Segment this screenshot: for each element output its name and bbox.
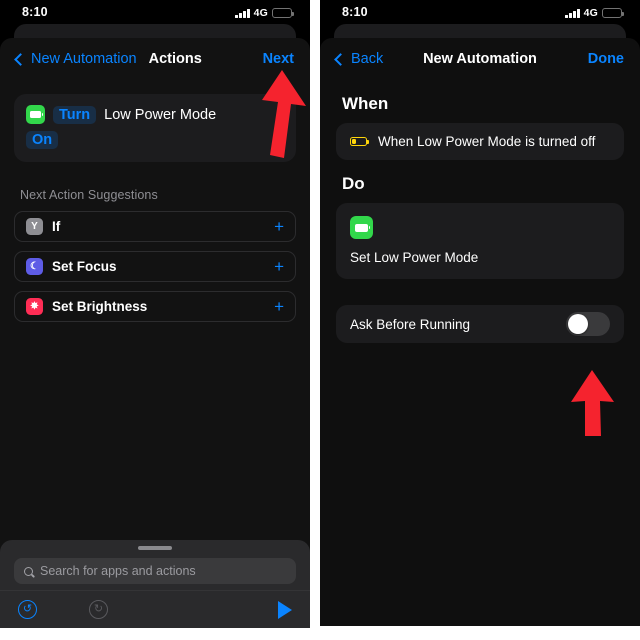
page-title-left: Actions	[148, 51, 202, 67]
undo-icon[interactable]: ↺	[18, 600, 37, 619]
do-heading: Do	[342, 174, 365, 193]
plus-icon[interactable]: +	[274, 258, 284, 275]
action-line-secondary: On	[26, 131, 284, 149]
ask-before-running-toggle[interactable]	[566, 312, 610, 336]
back-button-label: New Automation	[31, 51, 137, 67]
suggestion-label: Set Brightness	[52, 299, 148, 314]
action-card-low-power-mode[interactable]: Turn Low Power Mode On	[14, 94, 296, 162]
status-indicators: 4G	[235, 7, 294, 19]
when-heading: When	[342, 94, 389, 113]
low-power-mode-battery-icon	[26, 105, 45, 124]
brightness-sun-icon: ✸	[26, 298, 43, 315]
phone-screenshot-right: 8:10 4G Back New Automation Done When Wh…	[320, 0, 640, 626]
network-type-label: 4G	[583, 7, 598, 19]
search-icon	[24, 566, 33, 576]
action-line-primary: Turn Low Power Mode	[26, 105, 284, 124]
action-target-text: Low Power Mode	[104, 106, 217, 123]
if-branch-icon: Y	[26, 218, 43, 235]
do-action-label: Set Low Power Mode	[350, 250, 479, 265]
suggestion-row-if[interactable]: Y If +	[14, 211, 296, 242]
status-time: 8:10	[22, 5, 48, 19]
suggestion-row-set-focus[interactable]: ☾ Set Focus +	[14, 251, 296, 282]
phone-screenshot-left: 8:10 4G New Automation Actions Next Turn…	[0, 0, 310, 628]
battery-low-yellow-icon	[272, 8, 294, 18]
right-screen: 8:10 4G Back New Automation Done When Wh…	[320, 0, 640, 626]
action-verb-chip[interactable]: Turn	[53, 105, 97, 124]
status-bar-right: 8:10 4G	[320, 0, 640, 20]
back-button-right[interactable]: Back	[334, 51, 384, 67]
screenshot-stage: 8:10 4G New Automation Actions Next Turn…	[0, 0, 640, 640]
drag-grabber-icon[interactable]	[138, 546, 172, 550]
bottom-drawer: Search for apps and actions ↺ ↻	[0, 540, 310, 628]
play-run-icon[interactable]	[278, 600, 292, 619]
nav-bar-right: Back New Automation Done	[320, 38, 640, 80]
suggestion-row-set-brightness[interactable]: ✸ Set Brightness +	[14, 291, 296, 322]
actions-sheet: New Automation Actions Next Turn Low Pow…	[0, 38, 310, 628]
back-button-label: Back	[351, 51, 384, 67]
back-button-left[interactable]: New Automation Actions	[14, 51, 202, 67]
nav-bar-left: New Automation Actions Next	[0, 38, 310, 80]
ask-before-running-label: Ask Before Running	[350, 316, 471, 332]
trigger-row: When Low Power Mode is turned off	[336, 123, 624, 160]
focus-moon-icon: ☾	[26, 258, 43, 275]
left-screen: 8:10 4G New Automation Actions Next Turn…	[0, 0, 310, 628]
editor-toolbar: ↺ ↻	[0, 590, 310, 628]
status-indicators: 4G	[565, 7, 624, 19]
suggestion-label: If	[52, 219, 61, 234]
battery-low-yellow-icon	[602, 8, 624, 18]
toggle-knob	[568, 314, 588, 334]
suggestion-label: Set Focus	[52, 259, 117, 274]
status-bar-left: 8:10 4G	[0, 0, 310, 20]
trigger-text: When Low Power Mode is turned off	[378, 134, 596, 149]
low-power-mode-battery-icon	[350, 216, 373, 239]
do-action-card[interactable]: Set Low Power Mode	[336, 203, 624, 279]
next-button[interactable]: Next	[263, 51, 294, 67]
battery-low-yellow-icon	[350, 136, 369, 147]
redo-icon[interactable]: ↻	[89, 600, 108, 619]
search-input[interactable]: Search for apps and actions	[14, 558, 296, 584]
cellular-bars-icon	[235, 8, 250, 18]
chevron-left-icon	[14, 52, 27, 66]
chevron-left-icon	[334, 52, 347, 66]
action-state-chip[interactable]: On	[26, 131, 59, 149]
done-button[interactable]: Done	[588, 51, 624, 67]
suggestions-header: Next Action Suggestions	[20, 188, 158, 202]
cellular-bars-icon	[565, 8, 580, 18]
network-type-label: 4G	[253, 7, 268, 19]
ask-before-running-row[interactable]: Ask Before Running	[336, 305, 624, 343]
new-automation-sheet: Back New Automation Done When When Low P…	[320, 38, 640, 626]
plus-icon[interactable]: +	[274, 298, 284, 315]
status-time: 8:10	[342, 5, 368, 19]
plus-icon[interactable]: +	[274, 218, 284, 235]
trigger-card[interactable]: When Low Power Mode is turned off	[336, 123, 624, 160]
search-placeholder: Search for apps and actions	[40, 564, 196, 578]
